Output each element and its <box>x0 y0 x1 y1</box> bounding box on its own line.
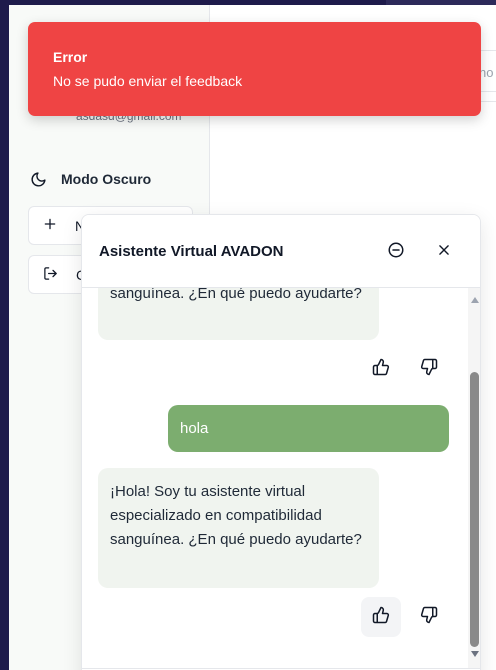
minus-circle-icon <box>387 241 405 264</box>
toast-message: No se pudo enviar el feedback <box>53 73 243 89</box>
toast-title: Error <box>53 49 88 65</box>
assistant-message: sanguínea. ¿En qué puedo ayudarte? <box>98 288 379 340</box>
chat-title: Asistente Virtual AVADON <box>99 243 284 260</box>
logout-icon <box>43 266 58 284</box>
scroll-down-arrow-icon[interactable] <box>471 651 479 657</box>
window-frame-left <box>0 0 9 670</box>
dislike-button[interactable] <box>409 597 449 637</box>
thumbs-down-icon <box>420 358 438 381</box>
close-button[interactable] <box>432 240 456 264</box>
error-toast: Error No se pudo enviar el feedback <box>28 22 481 116</box>
assistant-message: ¡Hola! Soy tu asistente virtual especial… <box>98 468 379 588</box>
plus-icon <box>43 217 57 234</box>
chat-input-divider <box>82 668 480 669</box>
user-message: hola <box>168 405 449 452</box>
thumbs-down-icon <box>420 606 438 629</box>
minimize-button[interactable] <box>384 240 408 264</box>
like-button[interactable] <box>361 597 401 637</box>
scrollbar-thumb[interactable] <box>470 372 479 647</box>
scroll-up-arrow-icon[interactable] <box>471 297 479 303</box>
dark-mode-label: Modo Oscuro <box>61 171 152 187</box>
dislike-button[interactable] <box>409 349 449 389</box>
thumbs-up-icon <box>372 606 390 629</box>
moon-icon <box>29 170 47 188</box>
dark-mode-toggle[interactable]: Modo Oscuro <box>29 170 151 188</box>
chat-messages[interactable]: sanguínea. ¿En qué puedo ayudarte? hola … <box>82 288 468 668</box>
like-button[interactable] <box>361 349 401 389</box>
chat-widget: Asistente Virtual AVADON sanguínea. ¿En … <box>81 214 481 670</box>
thumbs-up-icon <box>372 358 390 381</box>
close-icon <box>437 243 451 262</box>
chat-scrollbar[interactable] <box>468 288 480 668</box>
chat-header: Asistente Virtual AVADON <box>82 215 480 288</box>
